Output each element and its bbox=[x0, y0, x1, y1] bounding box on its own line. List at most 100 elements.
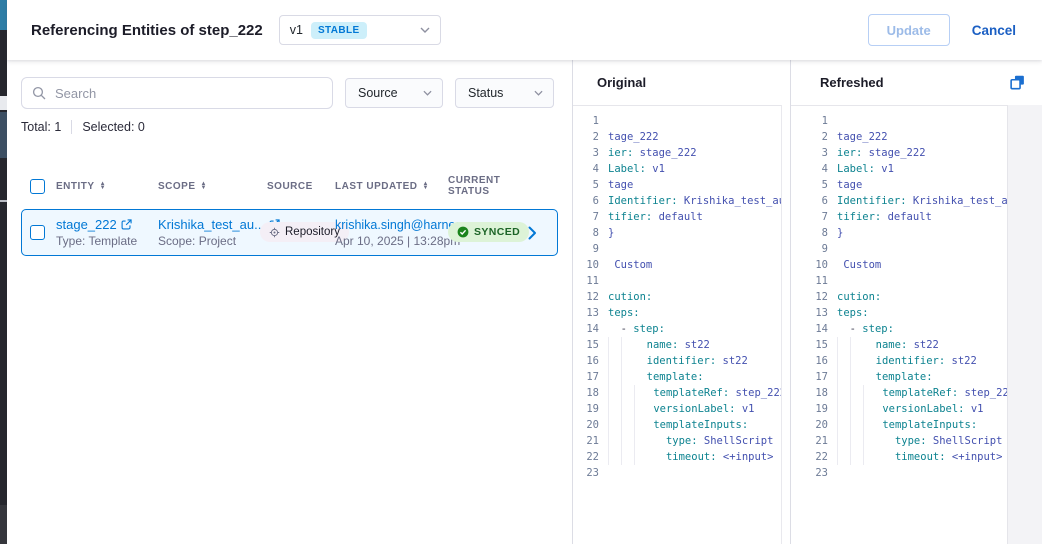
indent-guide bbox=[850, 401, 863, 417]
line-number: 23 bbox=[791, 465, 837, 481]
code-text: identifier: st22 bbox=[608, 353, 781, 369]
version-value: v1 bbox=[290, 23, 303, 37]
line-number: 11 bbox=[573, 273, 608, 289]
row-expand-chevron[interactable] bbox=[528, 226, 548, 240]
synced-check-icon bbox=[457, 226, 469, 238]
background-app-accent bbox=[0, 0, 7, 30]
version-select[interactable]: v1 STABLE bbox=[279, 15, 441, 45]
indent-guide bbox=[608, 369, 621, 385]
scope-link[interactable]: Krishika_test_au... bbox=[158, 217, 265, 232]
sort-icon[interactable]: ▲▼ bbox=[201, 182, 207, 191]
column-header-scope[interactable]: SCOPE ▲▼ bbox=[158, 181, 260, 192]
sort-icon[interactable]: ▲▼ bbox=[100, 182, 106, 191]
code-text: Label: v1 bbox=[837, 161, 1007, 177]
indent-guide bbox=[837, 401, 850, 417]
code-line: 22 timeout: <+input> bbox=[791, 449, 1007, 465]
total-count: Total: 1 bbox=[21, 120, 61, 134]
column-header-entity[interactable]: ENTITY ▲▼ bbox=[56, 181, 158, 192]
code-line: 11 bbox=[573, 273, 781, 289]
line-number: 3 bbox=[791, 145, 837, 161]
code-line: 18 templateRef: step_222 bbox=[573, 385, 781, 401]
column-label: SCOPE bbox=[158, 181, 196, 192]
code-line: 23 bbox=[573, 465, 781, 481]
summary-divider bbox=[71, 120, 72, 134]
status-filter-dropdown[interactable]: Status bbox=[455, 78, 554, 108]
background-app-patch bbox=[0, 505, 7, 544]
code-text: Custom bbox=[837, 257, 1007, 273]
code-text: timeout: <+input> bbox=[608, 449, 781, 465]
stable-badge: STABLE bbox=[311, 22, 367, 39]
line-number: 19 bbox=[573, 401, 608, 417]
sort-icon[interactable]: ▲▼ bbox=[422, 182, 428, 191]
code-line: 19 versionLabel: v1 bbox=[573, 401, 781, 417]
line-number: 1 bbox=[573, 113, 608, 129]
entity-table-row[interactable]: stage_222 Type: Template Krishika_test_a… bbox=[21, 209, 558, 256]
diff-panel-refreshed: Refreshed 12tage_2223ier: stage_2224Labe… bbox=[791, 60, 1042, 544]
refreshed-code-lines: 12tage_2223ier: stage_2224Label: v15tage… bbox=[791, 113, 1007, 481]
code-line: 7tifier: default bbox=[791, 209, 1007, 225]
indent-guide bbox=[621, 337, 634, 353]
indent-guide bbox=[837, 433, 850, 449]
line-number: 2 bbox=[791, 129, 837, 145]
scrollbar-track[interactable] bbox=[1008, 105, 1042, 544]
code-text bbox=[837, 113, 1007, 129]
code-line: 5tage bbox=[791, 177, 1007, 193]
code-line: 15 name: st22 bbox=[573, 337, 781, 353]
copy-icon[interactable] bbox=[1007, 72, 1028, 93]
indent-guide bbox=[837, 417, 850, 433]
line-number: 6 bbox=[791, 193, 837, 209]
column-header-last-updated[interactable]: LAST UPDATED ▲▼ bbox=[335, 181, 448, 192]
line-number: 20 bbox=[791, 417, 837, 433]
code-text: templateRef: step_222 bbox=[837, 385, 1007, 401]
table-header: ENTITY ▲▼ SCOPE ▲▼ SOURCE LAST UPDATED ▲… bbox=[21, 175, 558, 197]
row-checkbox[interactable] bbox=[30, 225, 45, 240]
original-panel-header: Original bbox=[573, 60, 790, 105]
entity-type: Type: Template bbox=[56, 234, 158, 248]
code-line: 1 bbox=[791, 113, 1007, 129]
line-number: 18 bbox=[791, 385, 837, 401]
code-line: 12cution: bbox=[791, 289, 1007, 305]
external-link-icon[interactable] bbox=[121, 219, 132, 230]
search-input[interactable] bbox=[53, 85, 322, 102]
update-button[interactable]: Update bbox=[868, 14, 950, 46]
chevron-down-icon bbox=[534, 90, 543, 96]
indent-guide bbox=[608, 417, 621, 433]
refreshed-title: Refreshed bbox=[820, 75, 884, 90]
indent-guide bbox=[621, 433, 634, 449]
code-line: 14 - step: bbox=[791, 321, 1007, 337]
code-line: 14 - step: bbox=[573, 321, 781, 337]
indent-guide bbox=[850, 369, 863, 385]
column-label: LAST UPDATED bbox=[335, 181, 417, 192]
entity-link[interactable]: stage_222 bbox=[56, 217, 117, 232]
diff-panel-original: Original 12tage_2223ier: stage_2224Label… bbox=[573, 60, 791, 544]
column-label: ENTITY bbox=[56, 181, 95, 192]
indent-guide bbox=[850, 385, 863, 401]
code-text: - step: bbox=[608, 321, 781, 337]
column-header-current-status: CURRENT STATUS bbox=[448, 175, 528, 197]
dialog-body: Source Status Total: 1 Selected: 0 bbox=[7, 60, 1042, 544]
indent-guide bbox=[608, 337, 621, 353]
code-line: 6Identifier: Krishika_test_aut bbox=[573, 193, 781, 209]
cancel-button[interactable]: Cancel bbox=[970, 19, 1018, 42]
code-line: 16 identifier: st22 bbox=[573, 353, 781, 369]
code-text bbox=[837, 273, 1007, 289]
source-filter-dropdown[interactable]: Source bbox=[345, 78, 443, 108]
code-line: 10 Custom bbox=[573, 257, 781, 273]
refreshed-code-editor[interactable]: 12tage_2223ier: stage_2224Label: v15tage… bbox=[791, 105, 1008, 544]
selected-count: Selected: 0 bbox=[82, 120, 145, 134]
code-text: cution: bbox=[608, 289, 781, 305]
indent-guide bbox=[863, 401, 876, 417]
indent-guide bbox=[863, 449, 876, 465]
code-text: teps: bbox=[837, 305, 1007, 321]
select-all-checkbox[interactable] bbox=[30, 179, 45, 194]
original-code-editor[interactable]: 12tage_2223ier: stage_2224Label: v15tage… bbox=[573, 105, 782, 544]
code-text: type: ShellScript bbox=[608, 433, 781, 449]
indent-guide bbox=[837, 369, 850, 385]
indent-guide bbox=[863, 385, 876, 401]
code-line: 4Label: v1 bbox=[791, 161, 1007, 177]
code-line: 1 bbox=[573, 113, 781, 129]
code-text bbox=[837, 465, 1007, 481]
line-number: 12 bbox=[573, 289, 608, 305]
line-number: 5 bbox=[791, 177, 837, 193]
line-number: 15 bbox=[573, 337, 608, 353]
